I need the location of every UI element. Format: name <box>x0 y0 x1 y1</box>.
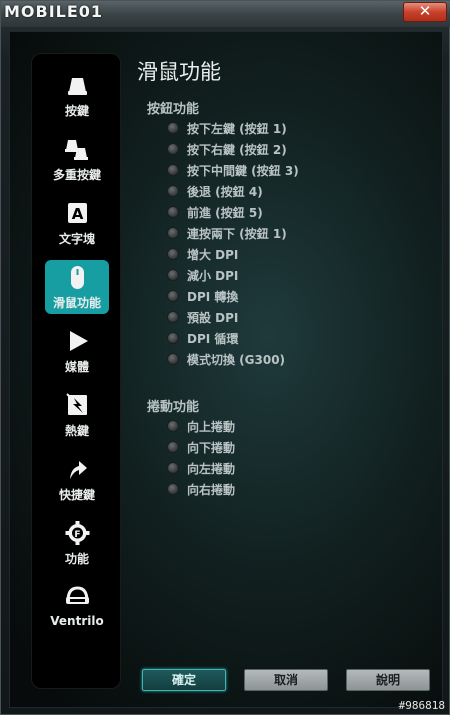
radio-option-label: 按下右鍵 (按鈕 2) <box>187 143 287 157</box>
radio-option-label: 後退 (按鈕 4) <box>187 185 263 199</box>
sidebar-item-label: 按鍵 <box>64 104 89 118</box>
sidebar-item-shortcuts[interactable]: 快捷鍵 <box>45 452 109 506</box>
radio-button[interactable] <box>167 311 179 323</box>
key-icon <box>68 78 87 95</box>
radio-button[interactable] <box>167 332 179 344</box>
radio-option-label: 向右捲動 <box>187 483 236 497</box>
radio-button[interactable] <box>167 269 179 281</box>
shortcut-arrow-icon <box>70 461 87 479</box>
sidebar-item-mouse-functions[interactable]: 滑鼠功能 <box>45 260 109 314</box>
cancel-button[interactable]: 取消 <box>244 669 328 691</box>
sidebar-item-label: 熱鍵 <box>64 424 89 438</box>
mobile01-logo: MOBILE01 <box>4 2 104 21</box>
sidebar-item-ventrilo[interactable]: Ventrilo <box>45 580 109 634</box>
radio-option-label: 減小 DPI <box>187 269 239 283</box>
function-gear-icon: F <box>65 521 90 545</box>
radio-button[interactable] <box>167 483 179 495</box>
radio-option-label: 向左捲動 <box>187 462 236 476</box>
svg-text:F: F <box>74 530 80 540</box>
app-window: MOBILE01 ✕ 按鍵 多重按鍵 A 文字塊 滑鼠功能 媒體 熱鍵 快捷鍵 … <box>0 0 450 715</box>
radio-option-label: 前進 (按鈕 5) <box>187 206 263 220</box>
sidebar-item-keys[interactable]: 按鍵 <box>45 68 109 122</box>
sidebar-item-functions[interactable]: F 功能 <box>45 516 109 570</box>
sidebar-item-label: 快捷鍵 <box>58 488 95 502</box>
radio-button[interactable] <box>167 420 179 432</box>
radio-option-label: 向上捲動 <box>187 420 236 434</box>
ok-button[interactable]: 確定 <box>142 669 226 691</box>
radio-button[interactable] <box>167 227 179 239</box>
radio-button[interactable] <box>167 206 179 218</box>
sidebar-item-textblock[interactable]: A 文字塊 <box>45 196 109 250</box>
radio-option-label: 增大 DPI <box>187 248 239 262</box>
radio-option-label: 預設 DPI <box>187 311 239 325</box>
sidebar-item-label: 滑鼠功能 <box>52 296 101 310</box>
radio-button[interactable] <box>167 290 179 302</box>
sidebar-item-label: 媒體 <box>64 360 89 374</box>
radio-option-label: 模式切換 (G300) <box>187 353 286 367</box>
radio-option-label: 按下左鍵 (按鈕 1) <box>187 122 287 136</box>
radio-option-label: 按下中間鍵 (按鈕 3) <box>187 164 299 178</box>
sidebar-item-label: 多重按鍵 <box>52 168 101 182</box>
svg-text:A: A <box>72 205 84 223</box>
radio-button[interactable] <box>167 248 179 260</box>
radio-button[interactable] <box>167 143 179 155</box>
radio-button[interactable] <box>167 164 179 176</box>
radio-option-label: DPI 轉換 <box>187 290 239 304</box>
radio-button[interactable] <box>167 185 179 197</box>
button-functions-heading: 按鈕功能 <box>147 102 200 117</box>
play-icon <box>70 331 88 351</box>
title-bar[interactable]: MOBILE01 ✕ <box>1 1 450 27</box>
radio-button[interactable] <box>167 353 179 365</box>
text-block-icon: A <box>68 203 87 223</box>
sidebar-item-label: Ventrilo <box>50 614 104 628</box>
radio-button[interactable] <box>167 462 179 474</box>
sidebar-item-media[interactable]: 媒體 <box>45 324 109 378</box>
sidebar-item-label: 文字塊 <box>58 232 95 246</box>
radio-button[interactable] <box>167 122 179 134</box>
hotkey-icon <box>66 393 87 415</box>
radio-option-label: 連按兩下 (按鈕 1) <box>187 227 287 241</box>
watermark-id: #986818 <box>398 699 445 712</box>
sidebar-item-hotkeys[interactable]: 熱鍵 <box>45 388 109 442</box>
radio-button[interactable] <box>167 441 179 453</box>
radio-option-label: DPI 循環 <box>187 332 239 346</box>
mouse-icon <box>71 266 84 289</box>
sidebar: 按鍵 多重按鍵 A 文字塊 滑鼠功能 媒體 熱鍵 快捷鍵 F 功能 Ventri… <box>31 53 121 689</box>
headset-icon <box>66 586 89 604</box>
radio-option-label: 向下捲動 <box>187 441 236 455</box>
scroll-functions-heading: 捲動功能 <box>147 400 200 415</box>
sidebar-item-label: 功能 <box>64 552 89 566</box>
multi-key-icon <box>65 140 88 160</box>
help-button[interactable]: 說明 <box>346 669 430 691</box>
sidebar-item-multikey[interactable]: 多重按鍵 <box>45 132 109 186</box>
page-title: 滑鼠功能 <box>137 60 221 84</box>
close-button[interactable]: ✕ <box>403 2 447 22</box>
